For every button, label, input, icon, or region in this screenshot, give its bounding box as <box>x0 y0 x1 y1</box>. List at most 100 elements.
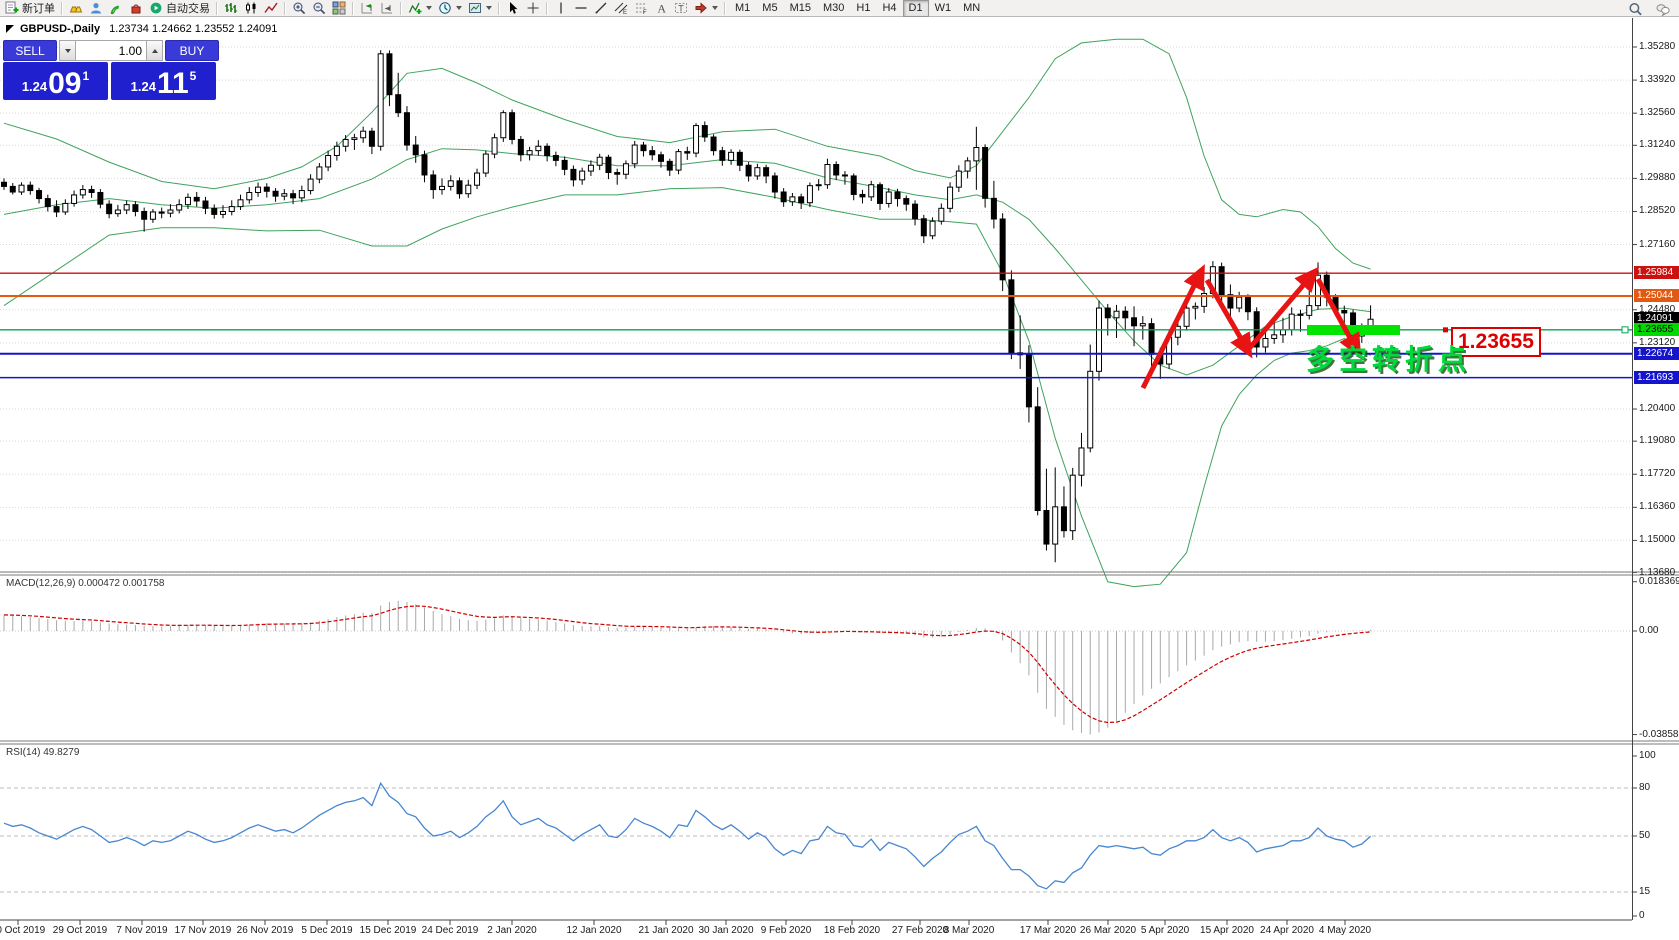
new-order-button[interactable]: 新订单 <box>2 1 58 16</box>
toolbar-separator <box>61 1 63 15</box>
autotrade-button[interactable]: 自动交易 <box>146 1 213 16</box>
hline-icon <box>575 7 587 9</box>
bar-chart-icon <box>225 3 237 13</box>
template-icon <box>469 3 481 13</box>
tile-windows-button[interactable] <box>329 1 349 16</box>
fibonacci-button[interactable]: F <box>631 1 651 16</box>
svg-text:T: T <box>678 4 684 14</box>
price-axis-tick: 1.31240 <box>1639 139 1676 151</box>
text-button[interactable]: A <box>651 1 671 16</box>
timeframe-m30-button[interactable]: M30 <box>817 0 850 17</box>
signals-button[interactable] <box>106 1 126 16</box>
zoom-out-icon <box>313 2 326 15</box>
turning-point-annotation[interactable]: 多空转折点 <box>1306 338 1471 378</box>
date-axis-label: 15 Apr 2020 <box>1200 925 1254 936</box>
volume-input[interactable] <box>76 40 146 61</box>
chat-button[interactable] <box>1653 1 1673 16</box>
price-axis-tick: 1.19080 <box>1639 435 1676 447</box>
community-button[interactable] <box>86 1 106 16</box>
svg-text:F: F <box>643 10 647 15</box>
timeframe-h4-button[interactable]: H4 <box>876 0 902 17</box>
cursor-button[interactable] <box>503 1 523 16</box>
date-axis-label: 26 Nov 2019 <box>236 925 294 936</box>
toolbar-separator <box>352 1 354 15</box>
price-axis-tick: 1.15000 <box>1639 534 1676 546</box>
toolbar-separator <box>216 1 218 15</box>
svg-text:A: A <box>657 2 666 16</box>
timeframe-h1-button[interactable]: H1 <box>850 0 876 17</box>
trendline-icon <box>595 2 607 14</box>
macd-axis-tick: -0.038585 <box>1639 728 1679 740</box>
support-highlight-bar[interactable] <box>1307 325 1400 335</box>
line-chart-icon <box>264 2 278 13</box>
price-tag-1.25044: 1.25044 <box>1634 289 1679 303</box>
crosshair-button[interactable] <box>523 1 543 16</box>
gold-button[interactable] <box>66 1 86 16</box>
chart-canvas[interactable] <box>0 17 1679 940</box>
timeframe-m15-button[interactable]: M15 <box>784 0 817 17</box>
trendline-button[interactable] <box>591 1 611 16</box>
candle-chart-icon <box>246 2 256 14</box>
chevron-down-icon <box>712 6 718 10</box>
timeframe-d1-button[interactable]: D1 <box>902 0 929 17</box>
bar-chart-button[interactable] <box>221 1 241 16</box>
autotrade-icon <box>150 2 162 14</box>
volume-increase-button[interactable] <box>146 40 163 61</box>
indicators-button[interactable] <box>405 1 435 16</box>
price-axis-tick: 1.16360 <box>1639 501 1676 513</box>
timeframe-m5-button[interactable]: M5 <box>756 0 783 17</box>
timeframe-mn-button[interactable]: MN <box>957 0 986 17</box>
callout-anchor <box>1443 327 1448 333</box>
equidistant-channel-button[interactable]: E <box>611 1 631 16</box>
price-axis-tick: 1.20400 <box>1639 403 1676 415</box>
price-tag-1.25984: 1.25984 <box>1634 266 1679 280</box>
market-button[interactable] <box>126 1 146 16</box>
candlestick-chart-button[interactable] <box>241 1 261 16</box>
templates-button[interactable] <box>465 1 495 16</box>
macd-label: MACD(12,26,9) 0.000472 0.001758 <box>6 578 165 589</box>
chart-shift-icon <box>381 3 392 14</box>
chart-window[interactable]: GBPUSD-,Daily 1.23734 1.24662 1.23552 1.… <box>0 17 1679 940</box>
trend-arrow[interactable] <box>1204 278 1253 359</box>
vertical-line-button[interactable] <box>551 1 571 16</box>
chart-shift-button[interactable] <box>377 1 397 16</box>
date-axis-label: 15 Dec 2019 <box>359 925 417 936</box>
autoscroll-button[interactable] <box>357 1 377 16</box>
search-button[interactable] <box>1625 1 1645 16</box>
timeframe-m1-button[interactable]: M1 <box>729 0 756 17</box>
sell-price-prefix: 1.24 <box>21 79 48 94</box>
buy-button[interactable]: BUY <box>165 40 219 61</box>
date-axis-label: 26 Mar 2020 <box>1079 925 1137 936</box>
price-axis-tick: 1.27160 <box>1639 238 1676 250</box>
chat-icon <box>1656 3 1670 16</box>
buy-price-pip: 5 <box>189 69 197 83</box>
zoom-out-button[interactable] <box>309 1 329 16</box>
date-axis-label: 17 Mar 2020 <box>1019 925 1077 936</box>
label-icon: T <box>675 3 687 14</box>
volume-decrease-button[interactable] <box>59 40 76 61</box>
zoom-in-button[interactable] <box>289 1 309 16</box>
sell-price-box[interactable]: 1.24 09 1 <box>3 62 108 100</box>
timeframe-w1-button[interactable]: W1 <box>929 0 958 17</box>
sell-button[interactable]: SELL <box>3 40 57 61</box>
line-chart-button[interactable] <box>261 1 281 16</box>
sell-price-pip: 1 <box>82 69 90 83</box>
chevron-up-icon <box>151 48 158 53</box>
buy-price-box[interactable]: 1.24 11 5 <box>111 62 216 100</box>
periods-button[interactable] <box>435 1 465 16</box>
macd-signal-line <box>3 605 1371 724</box>
price-axis-tick: 1.35280 <box>1639 41 1676 52</box>
grid-layer <box>0 46 1632 574</box>
fibo-icon: F <box>636 3 647 15</box>
date-axis-label: 7 Nov 2019 <box>116 925 168 936</box>
arrows-shapes-button[interactable] <box>691 1 721 16</box>
hline-handle[interactable] <box>1621 326 1629 334</box>
one-click-collapse-icon[interactable] <box>6 25 14 33</box>
toolbar-separator <box>546 1 548 15</box>
rsi-layer <box>0 781 1632 893</box>
horizontal-line-button[interactable] <box>571 1 591 16</box>
text-label-button[interactable]: T <box>671 1 691 16</box>
date-axis-label: 17 Nov 2019 <box>174 925 232 936</box>
volume-stepper <box>59 40 163 61</box>
toolbar-separator <box>284 1 286 15</box>
